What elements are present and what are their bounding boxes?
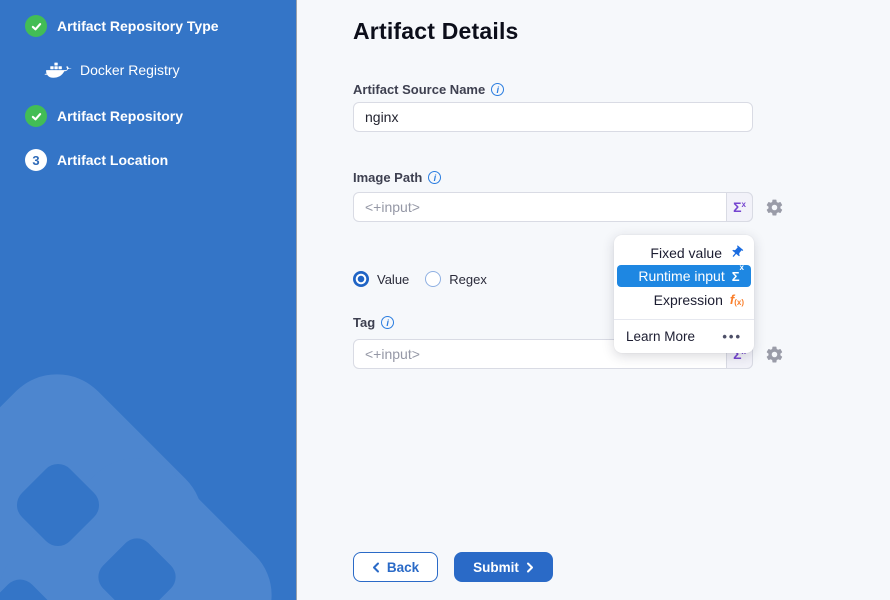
tag-label: Tag i	[353, 315, 394, 330]
back-button[interactable]: Back	[353, 552, 438, 582]
artifact-source-name-input[interactable]	[353, 102, 753, 132]
submit-button[interactable]: Submit	[454, 552, 553, 582]
wizard-actions: Back Submit	[353, 552, 553, 582]
menu-item-label: Fixed value	[650, 245, 722, 261]
label-text: Tag	[353, 315, 375, 330]
page-title: Artifact Details	[353, 18, 519, 45]
label-text: Artifact Source Name	[353, 82, 485, 97]
learn-more-label: Learn More	[626, 329, 695, 344]
info-icon[interactable]: i	[491, 83, 504, 96]
tag-mode-radio-group: Value Regex	[353, 271, 487, 287]
radio-label: Value	[377, 272, 409, 287]
artifact-wizard-window: Artifact Repository Type Docker Registry…	[0, 0, 890, 600]
sigma-icon: Σx	[732, 269, 744, 284]
input-type-dropdown-menu: Fixed value Runtime input Σx Expression …	[614, 235, 754, 353]
step-complete-icon	[25, 15, 47, 37]
menu-item-label: Runtime input	[638, 268, 724, 284]
menu-learn-more[interactable]: Learn More •••	[614, 319, 754, 353]
radio-value[interactable]: Value	[353, 271, 409, 287]
artifact-details-panel: Artifact Details Artifact Source Name i …	[298, 0, 890, 600]
image-path-settings-gear-icon[interactable]	[765, 198, 784, 217]
docker-icon	[44, 60, 73, 86]
label-text: Image Path	[353, 170, 422, 185]
step-label: Artifact Repository	[57, 108, 183, 124]
menu-item-runtime-input[interactable]: Runtime input Σx	[617, 265, 751, 287]
fx-icon: f(x)	[730, 292, 744, 307]
radio-selected-icon	[353, 271, 369, 287]
pin-icon	[729, 245, 744, 260]
step-label: Artifact Location	[57, 152, 168, 168]
submit-label: Submit	[473, 560, 519, 575]
radio-unselected-icon	[425, 271, 441, 287]
artifact-source-name-label: Artifact Source Name i	[353, 82, 504, 97]
info-icon[interactable]: i	[381, 316, 394, 329]
step-number-badge: 3	[25, 149, 47, 171]
chevron-left-icon	[372, 562, 380, 573]
menu-item-fixed-value[interactable]: Fixed value	[614, 240, 754, 265]
sigma-icon: Σ	[733, 199, 741, 215]
more-icon: •••	[722, 329, 742, 344]
wizard-steps-sidebar: Artifact Repository Type Docker Registry…	[0, 0, 297, 600]
chevron-right-icon	[526, 562, 534, 573]
artifact-source-name-group	[353, 102, 753, 132]
image-path-group: Σx	[353, 192, 753, 222]
harness-logo-watermark	[0, 0, 296, 600]
step-label: Artifact Repository Type	[57, 18, 219, 34]
image-path-label: Image Path i	[353, 170, 441, 185]
runtime-input-type-button[interactable]: Σx	[726, 192, 753, 222]
menu-item-label: Expression	[654, 292, 723, 308]
radio-label: Regex	[449, 272, 487, 287]
info-icon[interactable]: i	[428, 171, 441, 184]
substep-label: Docker Registry	[80, 62, 180, 78]
sigma-sup: x	[741, 200, 745, 209]
image-path-input[interactable]	[353, 192, 753, 222]
tag-settings-gear-icon[interactable]	[765, 345, 784, 364]
radio-regex[interactable]: Regex	[425, 271, 487, 287]
step-complete-icon	[25, 105, 47, 127]
back-label: Back	[387, 560, 419, 575]
menu-item-expression[interactable]: Expression f(x)	[614, 287, 754, 312]
